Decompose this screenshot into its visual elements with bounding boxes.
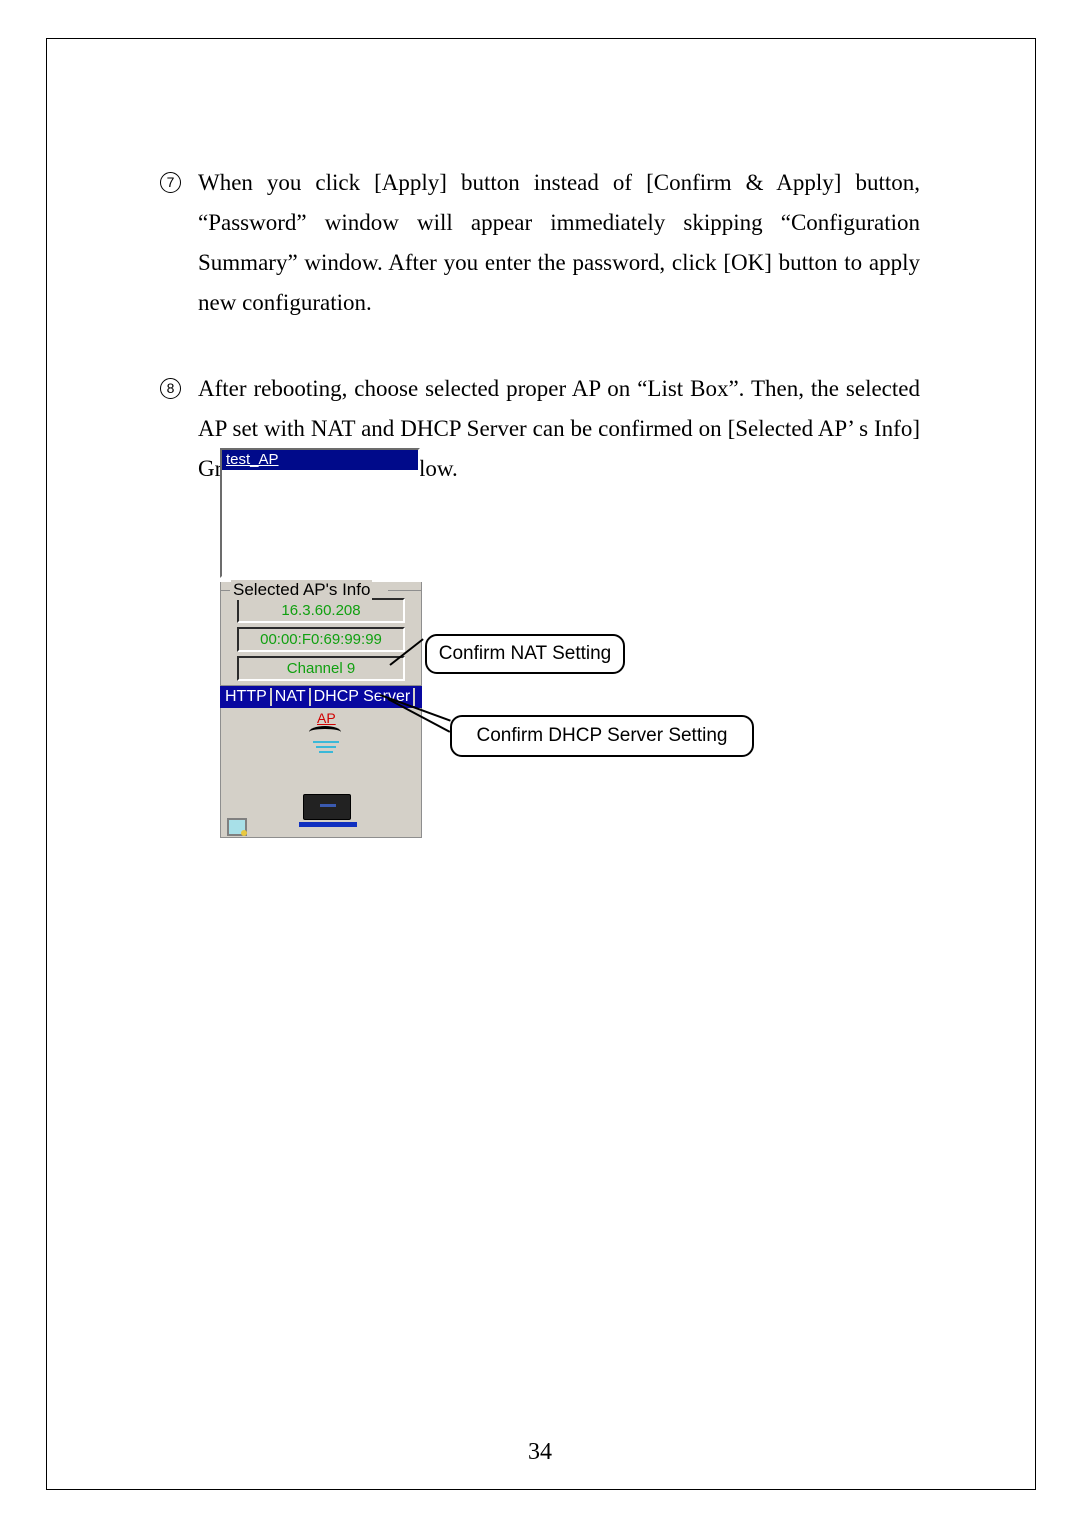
ap-label: AP: [317, 710, 336, 726]
ap-mac-field: 00:00:F0:69:99:99: [237, 627, 405, 652]
list-marker-7: 7: [160, 163, 198, 323]
list-marker-8: 8: [160, 369, 198, 489]
protocol-tags-row: HTTP NAT DHCP Server: [220, 686, 422, 708]
wifi-waves-icon: [313, 738, 339, 753]
document-content: 7 When you click [Apply] button instead …: [160, 163, 920, 535]
callout-nat: Confirm NAT Setting: [425, 634, 625, 674]
paragraph-7-text: When you click [Apply] button instead of…: [198, 163, 920, 323]
ap-listbox-selected-item[interactable]: test_AP: [222, 450, 418, 470]
list-item-7: 7 When you click [Apply] button instead …: [160, 163, 920, 323]
groupbox-title: Selected AP's Info: [231, 580, 372, 600]
ap-diagram-panel: AP: [220, 708, 422, 838]
circled-number-7: 7: [160, 172, 181, 193]
ap-listbox[interactable]: test_AP: [220, 448, 420, 578]
monitor-small-icon: [227, 818, 247, 836]
ap-channel-field: Channel 9: [237, 656, 405, 681]
http-tag: HTTP: [222, 688, 272, 706]
ap-antenna-icon: [309, 726, 341, 738]
computer-icon: [303, 794, 351, 820]
computer-stand-icon: [299, 822, 357, 827]
callout-dhcp: Confirm DHCP Server Setting: [450, 715, 754, 757]
ap-ip-field: 16.3.60.208: [237, 598, 405, 623]
selected-ap-info-groupbox: Selected AP's Info 16.3.60.208 00:00:F0:…: [220, 582, 422, 686]
circled-number-8: 8: [160, 378, 181, 399]
nat-tag: NAT: [272, 688, 311, 706]
page-number: 34: [0, 1439, 1080, 1466]
screenshot-figure: test_AP Selected AP's Info 16.3.60.208 0…: [220, 448, 422, 838]
